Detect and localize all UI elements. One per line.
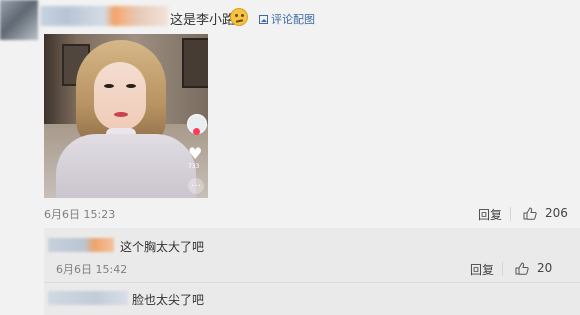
thumb-up-icon <box>515 261 529 275</box>
reply-text: 这个胸太大了吧 <box>120 240 205 254</box>
reply-user-blurred[interactable] <box>48 238 114 252</box>
heart-icon[interactable]: ♥ <box>188 146 202 162</box>
reply-date: 6月6日 15:42 <box>56 263 128 276</box>
reply-button[interactable]: 回复 <box>478 206 502 223</box>
comment-date: 6月6日 15:23 <box>44 208 116 221</box>
like-button[interactable]: 206 <box>523 206 568 220</box>
reply-user-blurred[interactable] <box>48 291 128 305</box>
comment-pic-link[interactable]: 评论配图 <box>259 11 315 27</box>
commenter-name-blurred[interactable] <box>40 6 168 26</box>
picture-icon <box>259 14 268 24</box>
video-author-avatar[interactable] <box>187 114 207 135</box>
divider <box>502 262 503 276</box>
reply-list: 这个胸太大了吧 6月6日 15:42 回复 20 脸也太尖了吧 <box>44 228 580 315</box>
comment-pic-label: 评论配图 <box>271 13 315 26</box>
divider <box>510 207 511 221</box>
heart-count: 733 <box>188 163 200 170</box>
like-count: 206 <box>545 206 568 220</box>
reply-reply-button[interactable]: 回复 <box>470 261 494 278</box>
comment-photo[interactable]: ♥ 733 … <box>44 34 208 198</box>
smirk-emoji-icon <box>230 8 248 26</box>
reply-separator <box>44 282 580 283</box>
commenter-avatar[interactable] <box>0 0 38 40</box>
thumb-up-icon <box>523 206 537 220</box>
reply-text: 脸也太尖了吧 <box>132 293 205 307</box>
reply-like-button[interactable]: 20 <box>515 261 552 275</box>
reply-like-count: 20 <box>537 261 553 275</box>
more-icon[interactable]: … <box>188 178 204 194</box>
comment-text: 这是李小路 <box>170 13 236 28</box>
